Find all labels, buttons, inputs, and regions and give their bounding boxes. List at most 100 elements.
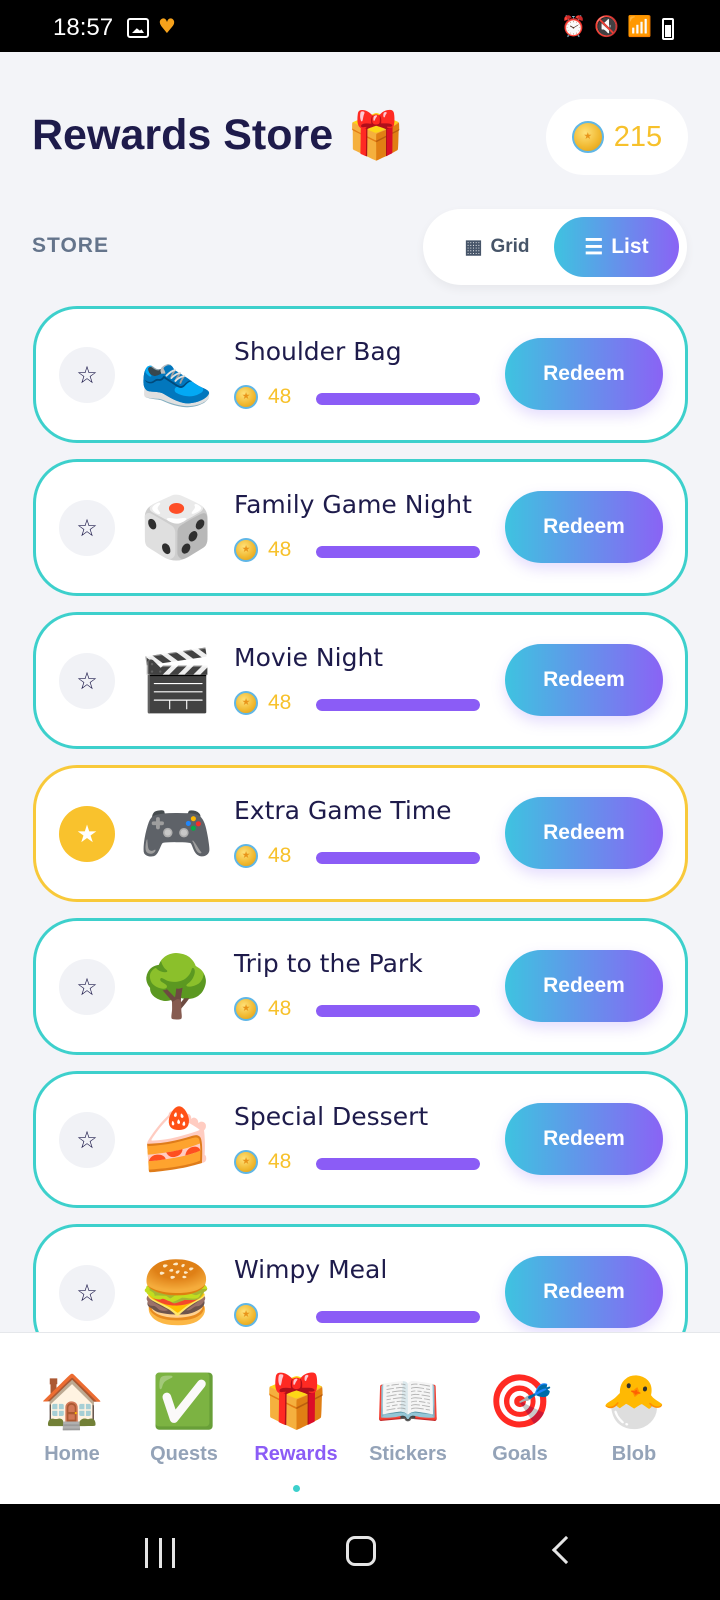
reward-item-icon: 🍔 (139, 1258, 214, 1328)
reward-card[interactable]: ☆ 🎬 Movie Night 48 Redeem (33, 612, 688, 749)
favorite-star-button[interactable]: ☆ (59, 1265, 115, 1321)
reward-card[interactable]: ☆ 🍰 Special Dessert 48 Redeem (33, 1071, 688, 1208)
grid-view-label: Grid (490, 236, 530, 257)
reward-progress-fill (316, 852, 480, 864)
coin-icon (234, 691, 258, 715)
nav-stickers-icon: 📖 (375, 1372, 441, 1432)
reward-cost-value: 48 (268, 691, 292, 714)
reward-cost: 48 (234, 997, 291, 1021)
nav-home-icon: 🏠 (39, 1372, 105, 1432)
view-toggle: ▦ Grid ☰ List (423, 209, 687, 285)
recents-button[interactable] (145, 1538, 175, 1568)
reward-name: Shoulder Bag (234, 337, 402, 366)
reward-item-icon: 👟 (139, 340, 214, 410)
favorite-star-button[interactable]: ★ (59, 806, 115, 862)
favorite-star-button[interactable]: ☆ (59, 347, 115, 403)
redeem-button[interactable]: Redeem (505, 797, 663, 869)
reward-cost: 48 (234, 844, 291, 868)
nav-label: Blob (611, 1443, 657, 1465)
star-icon: ★ (76, 820, 98, 848)
redeem-button[interactable]: Redeem (505, 1103, 663, 1175)
list-icon: ☰ (584, 235, 604, 259)
reward-name: Extra Game Time (234, 796, 452, 825)
coin-icon (234, 385, 258, 409)
reward-progress-bar (316, 1005, 480, 1017)
reward-card[interactable]: ☆ 🍔 Wimpy Meal Redeem (33, 1224, 688, 1332)
reward-progress-bar (316, 852, 480, 864)
reward-cost-value: 48 (268, 997, 292, 1020)
nav-label: Home (44, 1443, 100, 1465)
home-button[interactable] (346, 1536, 376, 1566)
reward-cost-value: 48 (268, 538, 292, 561)
coin-balance: 215 (613, 120, 663, 153)
nav-item-quests[interactable]: ✅ Quests (125, 1333, 243, 1505)
grid-icon: ▦ (464, 236, 483, 258)
status-bar: 18:57 ♥ ⏰🔇📶 (0, 0, 720, 52)
reward-card[interactable]: ☆ 🎲 Family Game Night 48 Redeem (33, 459, 688, 596)
reward-progress-fill (316, 699, 480, 711)
reward-name: Trip to the Park (234, 949, 423, 978)
nav-item-goals[interactable]: 🎯 Goals (461, 1333, 579, 1505)
status-icons: ⏰🔇📶 (561, 14, 660, 38)
nav-item-blob[interactable]: 🐣 Blob (575, 1333, 693, 1505)
page-title-text: Rewards Store (32, 111, 334, 159)
reward-progress-fill (316, 1311, 480, 1323)
nav-item-home[interactable]: 🏠 Home (13, 1333, 131, 1505)
redeem-button[interactable]: Redeem (505, 644, 663, 716)
reward-progress-bar (316, 1158, 480, 1170)
coin-icon (234, 997, 258, 1021)
coin-icon (234, 1150, 258, 1174)
nav-item-stickers[interactable]: 📖 Stickers (349, 1333, 467, 1505)
reward-cost-value: 48 (268, 385, 292, 408)
reward-card[interactable]: ☆ 👟 Shoulder Bag 48 Redeem (33, 306, 688, 443)
reward-cost (234, 1303, 268, 1327)
favorite-star-button[interactable]: ☆ (59, 1112, 115, 1168)
back-button[interactable] (551, 1535, 581, 1565)
favorite-star-button[interactable]: ☆ (59, 653, 115, 709)
gift-icon: 🎁 (347, 109, 405, 161)
battery-icon (662, 18, 674, 40)
reward-name: Family Game Night (234, 490, 472, 519)
coin-icon (234, 1303, 258, 1327)
star-icon: ☆ (76, 1279, 98, 1307)
nav-goals-icon: 🎯 (487, 1372, 553, 1432)
bottom-nav: 🏠 Home ✅ Quests 🎁 Rewards 📖 Stickers 🎯 G… (0, 1332, 720, 1504)
reward-card[interactable]: ☆ 🌳 Trip to the Park 48 Redeem (33, 918, 688, 1055)
page-title: Rewards Store 🎁 (32, 108, 404, 163)
nav-label: Rewards (254, 1443, 338, 1465)
reward-cost: 48 (234, 385, 291, 409)
reward-cost-value: 48 (268, 844, 292, 867)
reward-item-icon: 🍰 (139, 1105, 214, 1175)
heart-app-icon: ♥ (158, 14, 176, 38)
nav-label: Quests (150, 1443, 218, 1465)
reward-name: Movie Night (234, 643, 384, 672)
reward-progress-bar (316, 546, 480, 558)
coin-balance-pill[interactable]: 215 (546, 99, 688, 175)
system-nav-bar (0, 1504, 720, 1600)
reward-progress-bar (316, 699, 480, 711)
reward-progress-bar (316, 1311, 480, 1323)
reward-cost: 48 (234, 691, 291, 715)
redeem-button[interactable]: Redeem (505, 491, 663, 563)
nav-label: Stickers (369, 1443, 447, 1465)
reward-item-icon: 🎬 (139, 646, 214, 716)
favorite-star-button[interactable]: ☆ (59, 500, 115, 556)
star-icon: ☆ (76, 361, 98, 389)
reward-item-icon: 🌳 (139, 952, 214, 1022)
reward-cost: 48 (234, 1150, 291, 1174)
redeem-button[interactable]: Redeem (505, 950, 663, 1022)
reward-progress-fill (316, 393, 480, 405)
reward-cost: 48 (234, 538, 291, 562)
reward-list[interactable]: ☆ 👟 Shoulder Bag 48 Redeem ☆ 🎲 Family Ga… (0, 306, 720, 1332)
nav-rewards-icon: 🎁 (263, 1372, 329, 1432)
grid-view-button[interactable]: ▦ Grid (431, 217, 563, 277)
list-view-button[interactable]: ☰ List (554, 217, 679, 277)
favorite-star-button[interactable]: ☆ (59, 959, 115, 1015)
nav-item-rewards[interactable]: 🎁 Rewards (237, 1333, 355, 1505)
redeem-button[interactable]: Redeem (505, 338, 663, 410)
reward-card[interactable]: ★ 🎮 Extra Game Time 48 Redeem (33, 765, 688, 902)
reward-progress-bar (316, 393, 480, 405)
redeem-button[interactable]: Redeem (505, 1256, 663, 1328)
nav-blob-icon: 🐣 (601, 1372, 667, 1432)
nav-quests-icon: ✅ (151, 1372, 217, 1432)
